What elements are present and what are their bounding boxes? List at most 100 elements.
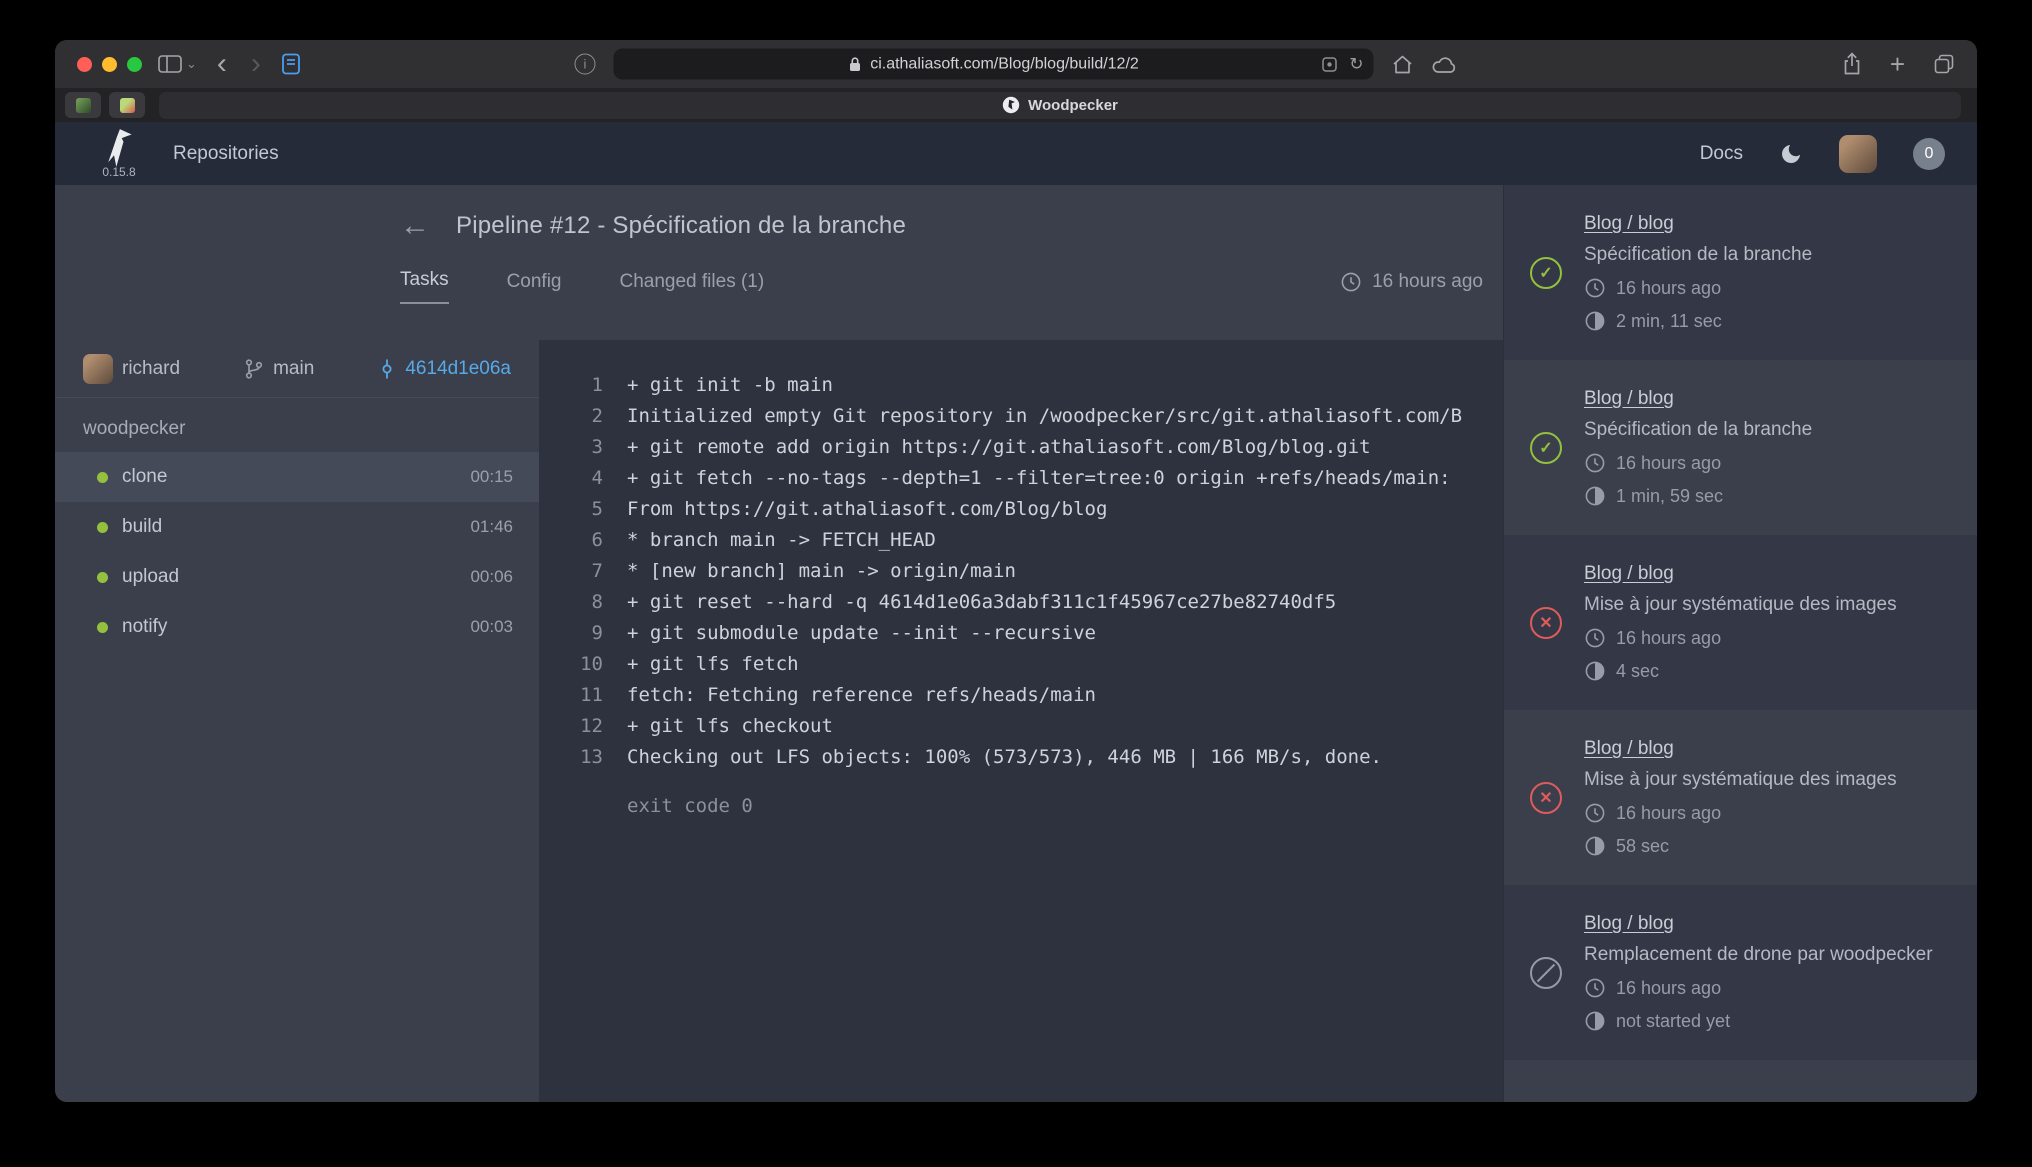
url-text: ci.athaliasoft.com/Blog/blog/build/12/2 <box>870 55 1139 73</box>
feed-entry-body: Blog / blog Mise à jour systématique des… <box>1584 563 1953 682</box>
task-duration: 01:46 <box>470 517 513 537</box>
log-line-number[interactable]: 8 <box>539 587 603 618</box>
feed-entry-status: ✓ ✕ <box>1528 432 1564 464</box>
task-row[interactable]: clone 00:15 <box>55 452 539 502</box>
repo-link[interactable]: Blog / blog <box>1584 738 1674 760</box>
feed-entry-body: Blog / blog Remplacement de drone par wo… <box>1584 913 1953 1032</box>
notifications-badge[interactable]: 0 <box>1913 138 1945 170</box>
forward-button[interactable]: › <box>247 49 265 79</box>
commit-sha[interactable]: 4614d1e06a <box>405 358 511 380</box>
navbar-right: Docs 0 <box>1700 135 1945 173</box>
log-line: 8 + git reset --hard -q 4614d1e06a3dabf3… <box>539 587 1503 618</box>
home-button[interactable] <box>1392 54 1414 74</box>
theme-toggle-moon-icon[interactable] <box>1779 142 1803 166</box>
task-panel: richard main <box>55 340 539 1102</box>
entry-duration-text: 2 min, 11 sec <box>1616 311 1722 332</box>
task-row[interactable]: notify 00:03 <box>55 602 539 652</box>
log-line: 3 + git remote add origin https://git.at… <box>539 432 1503 463</box>
app-navbar: 0.15.8 Repositories Docs 0 <box>55 122 1977 185</box>
entry-duration: 58 sec <box>1584 835 1953 857</box>
pinned-tab-favicon <box>76 98 91 113</box>
pipeline-header: ← Pipeline #12 - Spécification de la bra… <box>55 185 1503 340</box>
feed-entry[interactable]: ✓ ✕ Blog / blog Remplacement de drone pa… <box>1504 885 1977 1060</box>
workflow-name: woodpecker <box>55 398 539 452</box>
docs-link[interactable]: Docs <box>1700 143 1743 165</box>
log-line-number[interactable]: 11 <box>539 680 603 711</box>
task-row[interactable]: build 01:46 <box>55 502 539 552</box>
log-line-text: + git submodule update --init --recursiv… <box>603 618 1096 649</box>
entry-duration: 4 sec <box>1584 660 1953 682</box>
share-button[interactable] <box>1842 52 1862 76</box>
sidebar-icon <box>158 54 182 74</box>
tab-title: Woodpecker <box>1028 97 1118 114</box>
zoom-window-button[interactable] <box>127 57 142 72</box>
woodpecker-logo[interactable]: 0.15.8 <box>101 128 137 179</box>
failure-icon: ✕ <box>1530 782 1562 814</box>
log-line-number[interactable]: 4 <box>539 463 603 494</box>
task-duration: 00:03 <box>470 617 513 637</box>
repo-link[interactable]: Blog / blog <box>1584 388 1674 410</box>
branch-name: main <box>273 358 314 380</box>
chevron-down-icon[interactable]: ⌄ <box>186 56 197 72</box>
log-line: 5 From https://git.athaliasoft.com/Blog/… <box>539 494 1503 525</box>
feed-entry[interactable]: ✓ ✕ Blog / blog Mise à jour systématique… <box>1504 710 1977 885</box>
log-line-number[interactable]: 6 <box>539 525 603 556</box>
repo-link[interactable]: Blog / blog <box>1584 563 1674 585</box>
feed-entry[interactable]: ✓ ✕ Blog / blog Mise à jour systématique… <box>1504 535 1977 710</box>
page-info-button[interactable]: i <box>575 54 596 75</box>
repo-link[interactable]: Blog / blog <box>1584 913 1674 935</box>
log-line-number[interactable]: 5 <box>539 494 603 525</box>
entry-duration: not started yet <box>1584 1010 1953 1032</box>
tab-overview-button[interactable] <box>1933 53 1955 75</box>
back-button[interactable]: ‹ <box>213 49 231 79</box>
active-tab[interactable]: Woodpecker <box>159 92 1961 119</box>
page-shortcut-icon[interactable] <box>281 53 301 75</box>
address-bar[interactable]: ci.athaliasoft.com/Blog/blog/build/12/2 … <box>614 49 1374 80</box>
log-line: 6 * branch main -> FETCH_HEAD <box>539 525 1503 556</box>
pipeline-back-button[interactable]: ← <box>400 211 430 241</box>
feed-entry[interactable]: ✓ ✕ Blog / blog Spécification de la bran… <box>1504 360 1977 535</box>
repo-link[interactable]: Blog / blog <box>1584 213 1674 235</box>
commit-message: Spécification de la branche <box>1584 244 1953 266</box>
user-avatar[interactable] <box>1839 135 1877 173</box>
log-line: 1 + git init -b main <box>539 370 1503 401</box>
tab-config[interactable]: Config <box>507 271 562 304</box>
tab-tasks[interactable]: Tasks <box>400 269 449 304</box>
pipeline-created-time: 16 hours ago <box>1340 271 1483 304</box>
log-line-number[interactable]: 3 <box>539 432 603 463</box>
reload-button[interactable]: ↻ <box>1349 54 1363 74</box>
feed-entry[interactable]: ✓ ✕ Blog / blog Spécification de la bran… <box>1504 185 1977 360</box>
author: richard <box>83 354 180 384</box>
feed-entry-body: Blog / blog Mise à jour systématique des… <box>1584 738 1953 857</box>
tab-changed-files[interactable]: Changed files (1) <box>620 271 765 304</box>
commit-message: Remplacement de drone par woodpecker <box>1584 944 1953 966</box>
pinned-tab-1[interactable] <box>65 92 101 118</box>
commit-link[interactable]: 4614d1e06a <box>378 358 511 380</box>
entry-duration: 1 min, 59 sec <box>1584 485 1953 507</box>
pinned-tab-2[interactable] <box>109 92 145 118</box>
sidebar-toggle-button[interactable]: ⌄ <box>158 54 197 74</box>
entry-time-text: 16 hours ago <box>1616 628 1721 649</box>
log-line-number[interactable]: 1 <box>539 370 603 401</box>
task-status-dot <box>97 472 108 483</box>
feed-entry[interactable]: ✓ ✕ Blog / blog <box>1504 1060 1977 1102</box>
log-line-number[interactable]: 7 <box>539 556 603 587</box>
repositories-link[interactable]: Repositories <box>173 143 279 165</box>
log-line-number[interactable]: 9 <box>539 618 603 649</box>
close-window-button[interactable] <box>77 57 92 72</box>
task-name: build <box>122 516 162 538</box>
task-row[interactable]: upload 00:06 <box>55 552 539 602</box>
new-tab-button[interactable]: + <box>1890 51 1905 77</box>
branch-icon <box>244 358 264 380</box>
log-line: 11 fetch: Fetching reference refs/heads/… <box>539 680 1503 711</box>
address-area: i ci.athaliasoft.com/Blog/blog/build/12/… <box>575 49 1458 80</box>
extensions-icon[interactable] <box>1321 56 1337 72</box>
log-line-number[interactable]: 13 <box>539 742 603 773</box>
woodpecker-app: 0.15.8 Repositories Docs 0 ← Pipeline #1… <box>55 122 1977 1102</box>
log-line-number[interactable]: 2 <box>539 401 603 432</box>
log-line-text: + git lfs checkout <box>603 711 833 742</box>
log-line-number[interactable]: 10 <box>539 649 603 680</box>
log-line-number[interactable]: 12 <box>539 711 603 742</box>
cloud-tabs-button[interactable] <box>1432 55 1458 73</box>
minimize-window-button[interactable] <box>102 57 117 72</box>
